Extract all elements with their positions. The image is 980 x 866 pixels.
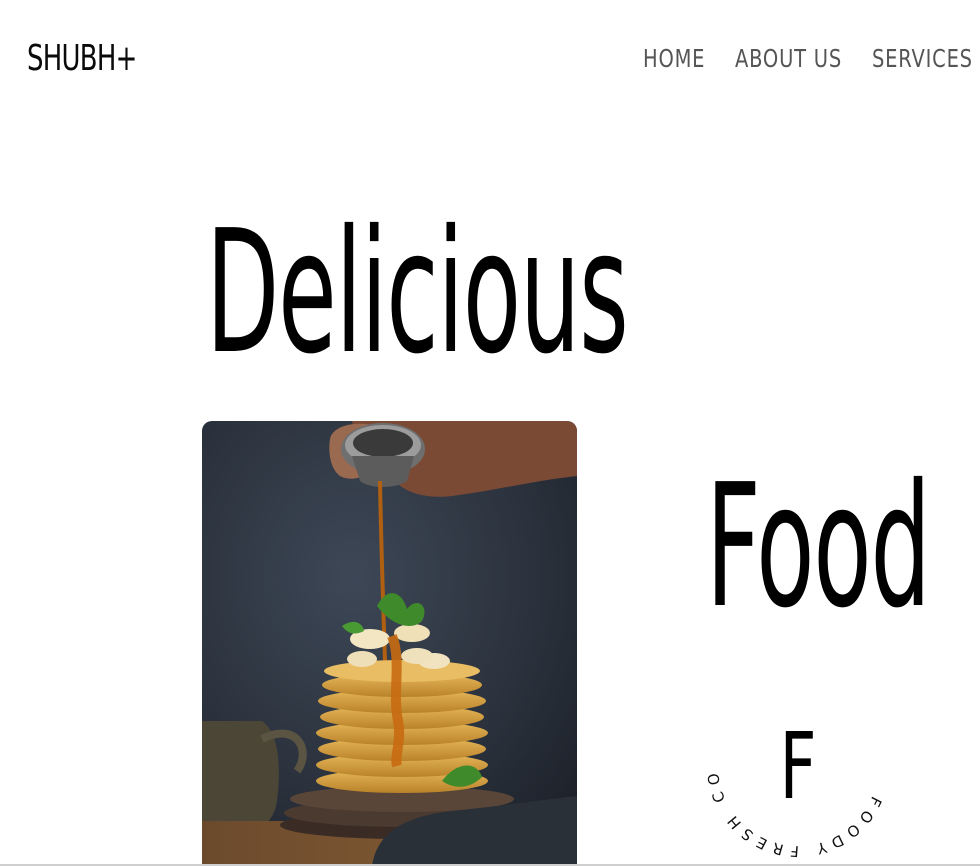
hero-headline-bottom: Food (706, 448, 931, 646)
site-logo[interactable]: SHUBH+ (27, 38, 137, 79)
page: SHUBH+ HOME ABOUT US SERVICES Delicious (0, 0, 980, 866)
hero-image (202, 421, 577, 866)
nav-about-link[interactable]: ABOUT US (735, 44, 842, 73)
badge-letter: F (779, 712, 817, 820)
hero-headline-top: Delicious (206, 194, 629, 392)
nav-services-link[interactable]: SERVICES (872, 44, 973, 73)
brand-badge: FOODY FRESH COMPANY EST. 1995 • F (690, 654, 896, 864)
nav-home-link[interactable]: HOME (643, 44, 705, 73)
